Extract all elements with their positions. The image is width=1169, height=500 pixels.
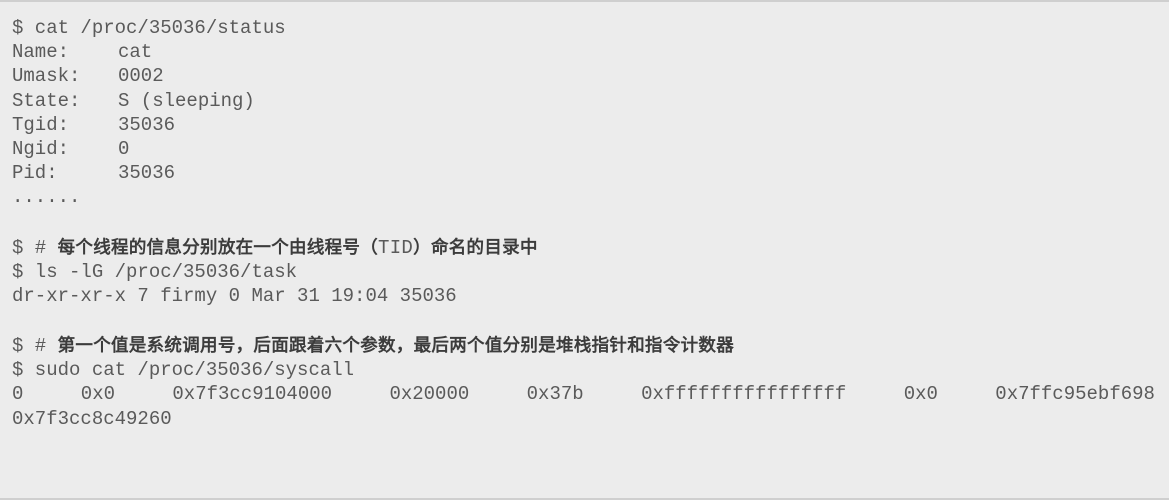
terminal-output: $ cat /proc/35036/status Name: cat Umask:… (0, 0, 1169, 500)
field-value: S (sleeping) (118, 89, 255, 112)
ellipsis: ...... (12, 186, 81, 209)
comment-text: 每个线程的信息分别放在一个由线程号（TID）命名的目录中 (57, 236, 538, 259)
field-key: Tgid: (12, 113, 70, 136)
field-value: 0 (118, 137, 130, 160)
status-field-tgid: Tgid: 35036 (12, 113, 1157, 137)
field-key: Ngid: (12, 137, 70, 160)
field-key: Pid: (12, 162, 58, 185)
instruction-counter: 0x7f3cc8c49260 (12, 407, 172, 430)
field-value: 0002 (118, 65, 164, 88)
stack-pointer: 0x7ffc95ebf698 (995, 383, 1155, 406)
command-line: $ cat /proc/35036/status (12, 17, 286, 39)
field-value: cat (118, 41, 153, 64)
comment-text-before: 每个线程的信息分别放在一个由线程号（ (57, 237, 379, 258)
field-key: Umask: (12, 65, 81, 88)
comment-text: 第一个值是系统调用号，后面跟着六个参数，最后两个值分别是堆栈指针和指令计数器 (57, 336, 735, 357)
syscall-number: 0 (12, 383, 24, 406)
field-value: 35036 (118, 162, 176, 185)
status-field-state: State: S (sleeping) (12, 89, 1157, 113)
syscall-values: 0 0x0 0x7f3cc9104000 0x20000 0x37b 0xfff… (12, 382, 1155, 406)
syscall-arg: 0x37b (526, 383, 584, 406)
status-field-pid: Pid: 35036 (12, 161, 1157, 185)
comment-text-tid: TID (378, 236, 414, 259)
comment-prompt: $ # (12, 335, 47, 358)
field-key: Name: (12, 41, 70, 64)
status-field-ngid: Ngid: 0 (12, 137, 1157, 161)
syscall-arg: 0x7f3cc9104000 (172, 383, 333, 406)
syscall-arg: 0x0 (80, 383, 116, 406)
command-line: $ ls -lG /proc/35036/task (12, 260, 298, 283)
syscall-arg: 0x0 (903, 383, 938, 406)
status-field-umask: Umask: 0002 (12, 64, 1157, 88)
comment-line: $ # 每个线程的信息分别放在一个由线程号（TID）命名的目录中 (12, 236, 1157, 260)
comment-line: $ # 第一个值是系统调用号，后面跟着六个参数，最后两个值分别是堆栈指针和指令计… (12, 334, 1157, 358)
field-value: 35036 (118, 113, 176, 136)
comment-text-after: ）命名的目录中 (413, 237, 538, 258)
comment-prompt: $ # (12, 236, 47, 259)
syscall-arg: 0x20000 (389, 383, 470, 406)
syscall-arg: 0xffffffffffffffff (641, 383, 847, 406)
field-key: State: (12, 89, 81, 112)
task-listing: dr-xr-xr-x 7 firmy 0 Mar 31 19:04 35036 (12, 284, 457, 307)
command-line: $ sudo cat /proc/35036/syscall (12, 359, 355, 382)
status-field-name: Name: cat (12, 40, 1157, 64)
